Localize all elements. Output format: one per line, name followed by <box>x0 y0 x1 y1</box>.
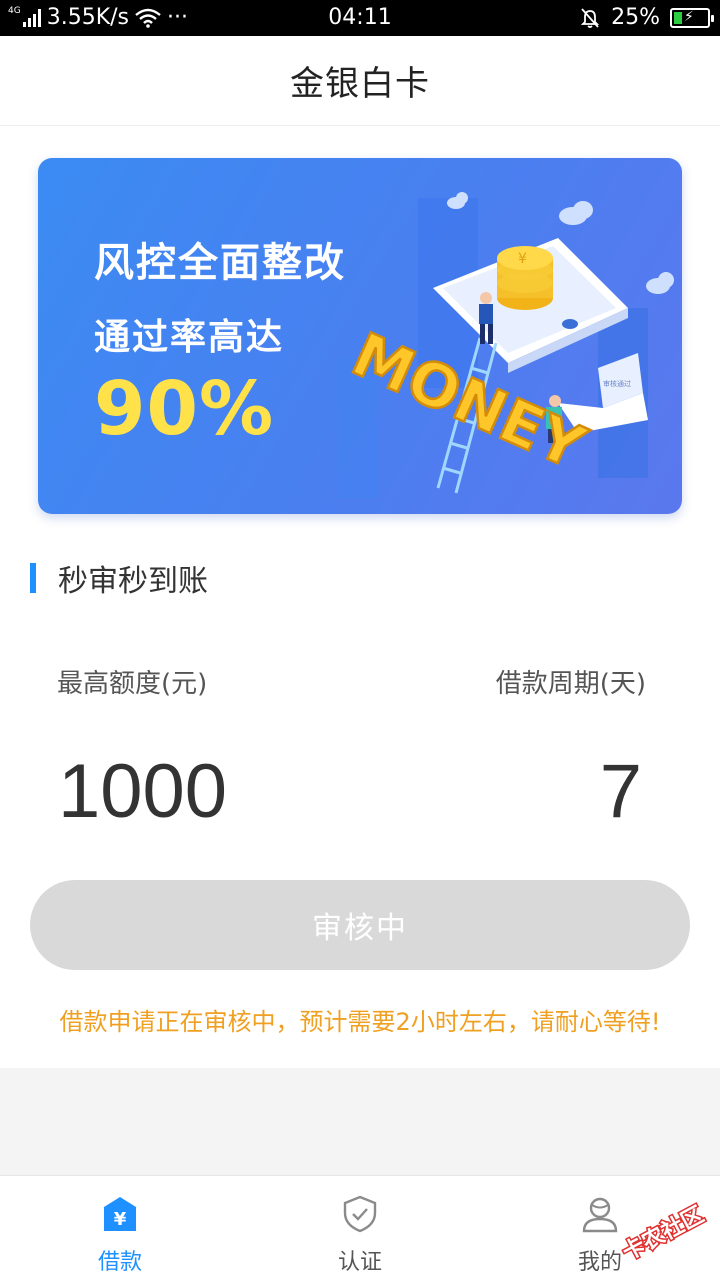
promo-banner[interactable]: ¥ 审核通过 MONEY 风控全面整改 通过率高达 90% <box>38 158 682 514</box>
shield-check-icon <box>343 1195 377 1233</box>
review-notice: 借款申请正在审核中，预计需要2小时左右，请耐心等待! <box>59 1008 661 1036</box>
svg-text:¥: ¥ <box>114 1209 127 1230</box>
watermark-logo: 卡农社区 <box>618 1200 710 1262</box>
watermark-text: 卡农社区 <box>618 1202 708 1262</box>
tab-auth-label: 认证 <box>337 1250 382 1275</box>
section-title-text: 秒审秒到账 <box>58 564 208 599</box>
app-header: 金银白卡 <box>0 36 720 126</box>
bottom-tab-bar: ¥ 借款 认证 我的 <box>0 1175 720 1280</box>
cloud-icon <box>559 201 593 225</box>
charging-bolt-icon: ⚡ <box>684 8 694 25</box>
banner-headline: 风控全面整改 <box>94 240 346 286</box>
loan-period-value: 7 <box>599 749 642 834</box>
tab-loan[interactable]: ¥ 借款 <box>50 1176 190 1280</box>
banner-percent: 90% <box>94 366 275 452</box>
loan-period-label: 借款周期(天) <box>495 669 646 699</box>
battery-percent: 25% <box>611 5 660 30</box>
tab-auth[interactable]: 认证 <box>290 1176 430 1280</box>
svg-text:¥: ¥ <box>518 251 527 267</box>
tab-mine-label: 我的 <box>577 1250 622 1275</box>
main-content: ¥ 审核通过 MONEY 风控全面整改 通过率高达 90% 秒审秒到账 最高额度… <box>0 126 720 1068</box>
page-title: 金银白卡 <box>290 64 430 104</box>
yuan-house-icon: ¥ <box>104 1197 136 1231</box>
bell-mute-icon <box>580 7 600 28</box>
user-icon <box>582 1197 618 1233</box>
banner-subheadline: 通过率高达 <box>94 317 285 358</box>
section-accent-bar <box>30 563 36 593</box>
battery-fill <box>674 11 682 24</box>
section-title: 秒审秒到账 <box>30 562 208 599</box>
tab-loan-label: 借款 <box>97 1250 142 1275</box>
max-limit-label: 最高额度(元) <box>57 669 208 699</box>
review-status-button[interactable]: 审核中 <box>30 880 690 970</box>
status-bar: 4G 3.55K/s ··· 04:11 25% ⚡ <box>0 0 720 36</box>
laptop-screen-caption: 审核通过 <box>603 379 631 388</box>
max-limit-value: 1000 <box>58 749 228 834</box>
battery-icon: ⚡ <box>670 7 714 28</box>
status-bar-right: 25% ⚡ <box>579 5 714 30</box>
cloud-icon <box>646 272 674 294</box>
coin-stack-illustration: ¥ <box>497 246 553 310</box>
